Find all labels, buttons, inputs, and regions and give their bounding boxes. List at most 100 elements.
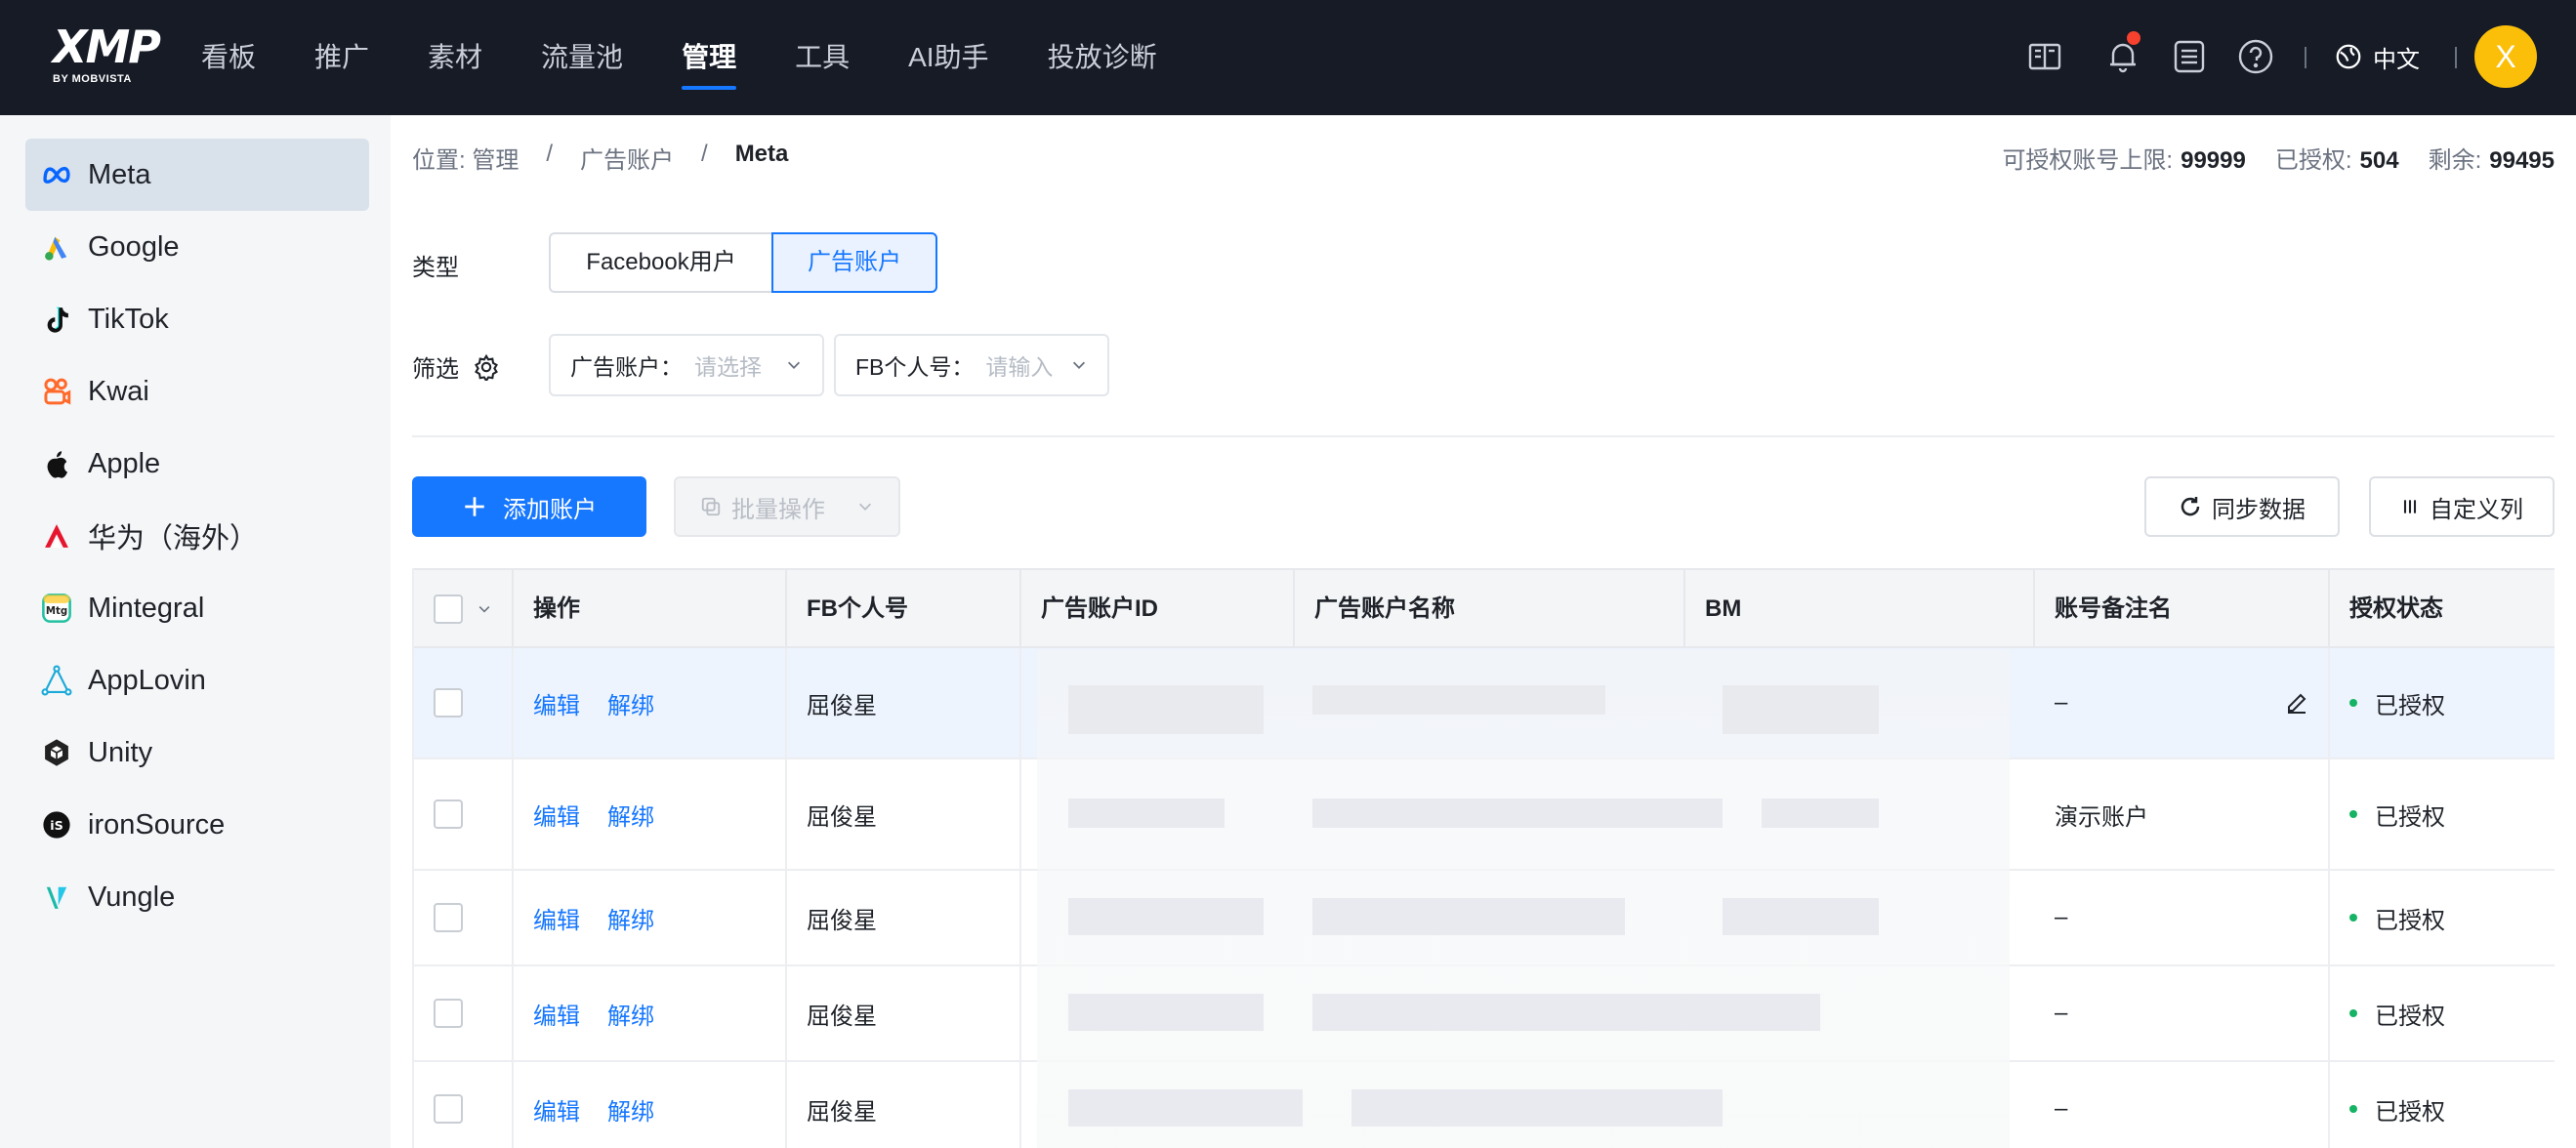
quota-used-value: 504 — [2359, 147, 2399, 174]
chevron-down-icon[interactable] — [477, 601, 492, 617]
redacted-block — [1068, 1089, 1303, 1127]
filter-label: 筛选 — [412, 349, 500, 384]
select-all-checkbox[interactable] — [434, 594, 463, 624]
type-option-facebook-user[interactable]: Facebook用户 — [549, 232, 771, 293]
sidebar-item-kwai[interactable]: Kwai — [25, 355, 369, 428]
remark-cell: – — [2035, 871, 2330, 964]
bell-icon[interactable] — [2103, 31, 2142, 76]
nav-management[interactable]: 管理 — [682, 0, 737, 115]
batch-operation-button[interactable]: 批量操作 — [674, 476, 900, 537]
sidebar-item-tiktok[interactable]: TikTok — [25, 283, 369, 355]
breadcrumb: 位置: 管理 / 广告账户 / Meta — [412, 141, 788, 175]
column-header-remark: 账号备注名 — [2035, 570, 2330, 648]
row-checkbox-cell — [414, 759, 514, 869]
ad-account-select-placeholder: 请选择 — [694, 354, 762, 380]
edit-pencil-icon[interactable] — [2285, 691, 2308, 715]
sidebar-item-unity[interactable]: Unity — [25, 717, 369, 789]
unbind-link[interactable]: 解绑 — [607, 1092, 654, 1127]
unbind-link[interactable]: 解绑 — [607, 686, 654, 720]
row-checkbox[interactable] — [434, 800, 463, 829]
auth-status-cell: 已授权 — [2330, 966, 2555, 1060]
nav-creative[interactable]: 素材 — [428, 0, 482, 115]
nav-traffic-pool[interactable]: 流量池 — [541, 0, 623, 115]
row-actions: 编辑 解绑 — [514, 648, 787, 758]
sidebar-item-google[interactable]: Google — [25, 211, 369, 283]
batch-operation-label: 批量操作 — [731, 496, 825, 523]
breadcrumb-ad-accounts[interactable]: 广告账户 — [580, 141, 674, 175]
redacted-block — [1068, 994, 1264, 1031]
remark-text: – — [2055, 689, 2068, 716]
xmp-logo[interactable]: XMP BY MOBVISTA — [53, 21, 161, 92]
top-navigation-bar: XMP BY MOBVISTA 看板 推广 素材 流量池 管理 工具 AI助手 … — [0, 0, 2576, 115]
redacted-block — [1312, 685, 1605, 715]
help-icon[interactable] — [2236, 37, 2275, 76]
sidebar-item-applovin[interactable]: AppLovin — [25, 644, 369, 717]
sidebar-item-huawei[interactable]: 华为（海外） — [25, 500, 369, 572]
auth-status-text: 已授权 — [2375, 803, 2445, 831]
sidebar-item-apple[interactable]: Apple — [25, 428, 369, 500]
row-checkbox[interactable] — [434, 1094, 463, 1124]
redacted-block — [1312, 799, 1723, 828]
quota-used-label: 已授权: — [2274, 147, 2352, 174]
edit-link[interactable]: 编辑 — [533, 1092, 580, 1127]
unbind-link[interactable]: 解绑 — [607, 997, 654, 1031]
sync-data-button[interactable]: 同步数据 — [2144, 476, 2340, 537]
edit-link[interactable]: 编辑 — [533, 798, 580, 832]
sidebar-item-label: Vungle — [88, 881, 176, 913]
quota-limit: 可授权账号上限: 99999 — [2002, 141, 2245, 175]
fb-user-cell: 屈俊星 — [787, 759, 1021, 869]
ad-accounts-table: 操作 FB个人号 广告账户ID 广告账户名称 BM 账号备注名 授权状态 编辑 … — [412, 568, 2555, 1148]
chevron-down-icon — [858, 503, 872, 511]
row-checkbox-cell — [414, 966, 514, 1060]
gear-icon[interactable] — [473, 353, 500, 381]
unbind-link[interactable]: 解绑 — [607, 798, 654, 832]
filter-label-text: 筛选 — [412, 356, 459, 383]
fb-user-select[interactable]: FB个人号： 请输入 — [834, 334, 1109, 396]
auth-status-cell: 已授权 — [2330, 1062, 2555, 1148]
column-header-auth-status: 授权状态 — [2349, 595, 2443, 622]
type-label: 类型 — [412, 255, 459, 281]
kwai-icon — [39, 374, 74, 409]
row-actions: 编辑 解绑 — [514, 966, 787, 1060]
book-icon[interactable] — [2025, 37, 2064, 76]
nav-ai-assistant[interactable]: AI助手 — [908, 0, 988, 115]
unity-icon — [39, 735, 74, 770]
type-option-ad-account[interactable]: 广告账户 — [771, 232, 937, 293]
sidebar-item-mintegral[interactable]: Mtg Mintegral — [25, 572, 369, 644]
status-dot — [2349, 699, 2357, 707]
redacted-block — [1068, 799, 1225, 828]
columns-icon — [2403, 500, 2417, 513]
apple-icon — [39, 446, 74, 481]
platform-sidebar: Meta Google TikTok Kwai Apple 华为（海外） Mtg… — [0, 115, 391, 1148]
custom-columns-button[interactable]: 自定义列 — [2369, 476, 2555, 537]
unbind-link[interactable]: 解绑 — [607, 901, 654, 935]
row-checkbox[interactable] — [434, 688, 463, 718]
edit-link[interactable]: 编辑 — [533, 997, 580, 1031]
redacted-block — [1723, 685, 1879, 734]
quota-limit-value: 99999 — [2181, 147, 2246, 174]
redacted-block — [1068, 898, 1264, 935]
language-switcher[interactable]: 中文 — [2334, 35, 2420, 78]
row-checkbox[interactable] — [434, 999, 463, 1028]
nav-tools[interactable]: 工具 — [795, 0, 850, 115]
meta-icon — [39, 157, 74, 192]
sidebar-item-vungle[interactable]: Vungle — [25, 861, 369, 933]
ad-account-select[interactable]: 广告账户： 请选择 — [549, 334, 824, 396]
quota-used: 已授权: 504 — [2275, 141, 2399, 175]
edit-link[interactable]: 编辑 — [533, 901, 580, 935]
custom-columns-label: 自定义列 — [2430, 496, 2523, 523]
sidebar-item-ironsource[interactable]: iS ironSource — [25, 789, 369, 861]
sidebar-item-meta[interactable]: Meta — [25, 139, 369, 211]
nav-dashboard[interactable]: 看板 — [201, 0, 256, 115]
user-avatar[interactable]: X — [2474, 25, 2537, 88]
nav-diagnosis[interactable]: 投放诊断 — [1048, 0, 1157, 115]
add-account-button[interactable]: 添加账户 — [412, 476, 646, 537]
edit-link[interactable]: 编辑 — [533, 686, 580, 720]
list-icon[interactable] — [2170, 37, 2209, 76]
row-checkbox[interactable] — [434, 903, 463, 932]
breadcrumb-location[interactable]: 位置: 管理 — [412, 141, 519, 175]
row-checkbox-cell — [414, 871, 514, 964]
redacted-block — [1351, 1089, 1723, 1127]
nav-promotion[interactable]: 推广 — [314, 0, 369, 115]
fb-user-cell: 屈俊星 — [787, 871, 1021, 964]
